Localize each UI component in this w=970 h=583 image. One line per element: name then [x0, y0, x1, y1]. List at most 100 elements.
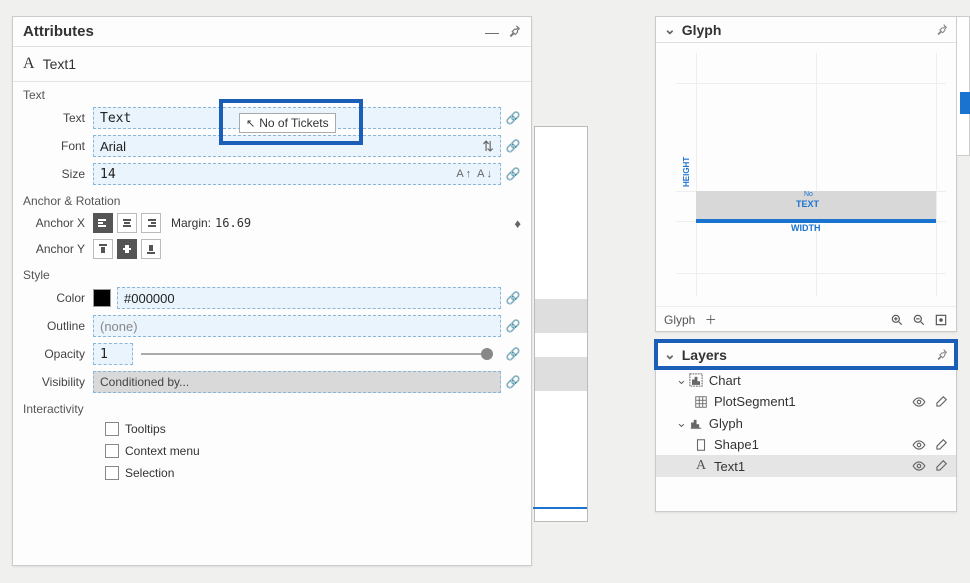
align-bottom-button[interactable]: [141, 239, 161, 259]
zoom-fit-icon[interactable]: [934, 313, 948, 327]
layer-name: Text1: [710, 459, 912, 474]
context-menu-label: Context menu: [125, 444, 200, 458]
canvas-baseline: [533, 507, 587, 509]
size-input[interactable]: 14 A↑ A↓: [93, 163, 501, 185]
visibility-icon[interactable]: [912, 438, 926, 452]
shape-icon: [692, 438, 710, 452]
outline-label: Outline: [23, 319, 93, 333]
margin-value[interactable]: 16.69: [215, 216, 251, 230]
chevron-down-icon[interactable]: ⌄: [676, 415, 687, 431]
attributes-panel: Attributes — A Text1 Text Text Text 🔗 Fo…: [12, 16, 532, 566]
visibility-icon[interactable]: [912, 395, 926, 409]
add-glyph-button[interactable]: ＋: [705, 313, 717, 327]
layer-name: Chart: [705, 373, 948, 388]
opacity-slider[interactable]: [141, 353, 493, 355]
layers-title: Layers: [682, 347, 727, 363]
pin-icon[interactable]: [507, 24, 521, 40]
background-canvas: [534, 126, 588, 522]
outline-value: (none): [100, 319, 138, 334]
layer-row-chart[interactable]: ⌄ Chart: [656, 369, 956, 391]
size-bigger-icon[interactable]: A↑: [456, 168, 473, 180]
outline-input[interactable]: (none): [93, 315, 501, 337]
section-anchor: Anchor & Rotation: [13, 188, 531, 210]
anchor-x-label: Anchor X: [23, 216, 93, 230]
visibility-icon[interactable]: [912, 459, 926, 473]
anchor-y-label: Anchor Y: [23, 242, 93, 256]
zoom-in-icon[interactable]: [890, 313, 904, 327]
context-menu-checkbox[interactable]: [105, 444, 119, 458]
glyph-panel-header: ⌄ Glyph: [656, 17, 956, 43]
stepper-icon[interactable]: ♦: [514, 216, 521, 231]
link-icon[interactable]: 🔗: [505, 107, 521, 129]
layer-name: Glyph: [705, 416, 948, 431]
font-select[interactable]: Arial ⇅: [93, 135, 501, 157]
glyph-height-label: HEIGHT: [682, 157, 691, 187]
chevron-down-icon[interactable]: ⌄: [664, 21, 676, 38]
align-center-button[interactable]: [117, 213, 137, 233]
eraser-icon[interactable]: [934, 459, 948, 473]
align-middle-button[interactable]: [117, 239, 137, 259]
text-prop-label: Text: [23, 111, 93, 125]
font-value: Arial: [100, 139, 126, 154]
visibility-label: Visibility: [23, 375, 93, 389]
pin-icon[interactable]: [935, 348, 948, 361]
text-value: Text: [100, 111, 131, 126]
updown-icon[interactable]: ⇅: [482, 138, 494, 155]
glyph-footer: Glyph ＋: [656, 307, 956, 332]
visibility-button[interactable]: Conditioned by...: [93, 371, 501, 393]
align-right-button[interactable]: [141, 213, 161, 233]
visibility-value: Conditioned by...: [100, 375, 189, 389]
minimize-icon[interactable]: —: [485, 24, 499, 40]
link-icon[interactable]: 🔗: [505, 371, 521, 393]
link-icon[interactable]: 🔗: [505, 163, 521, 185]
align-left-button[interactable]: [93, 213, 113, 233]
glyph-title: Glyph: [682, 22, 722, 38]
chevron-down-icon[interactable]: ⌄: [664, 346, 676, 363]
color-swatch[interactable]: [93, 289, 111, 307]
align-top-button[interactable]: [93, 239, 113, 259]
chart-icon: [687, 373, 705, 387]
glyph-panel: ⌄ Glyph HEIGHT No TEXT WIDTH Glyph ＋: [655, 16, 957, 332]
link-icon[interactable]: 🔗: [505, 343, 521, 365]
zoom-out-icon[interactable]: [912, 313, 926, 327]
object-name-row: A Text1: [13, 47, 531, 82]
link-icon[interactable]: 🔗: [505, 287, 521, 309]
attributes-panel-header: Attributes —: [13, 17, 531, 47]
glyph-icon: [687, 416, 705, 430]
color-input[interactable]: #000000: [117, 287, 501, 309]
right-edge-selection: [960, 92, 970, 114]
opacity-input[interactable]: 1: [93, 343, 133, 365]
eraser-icon[interactable]: [934, 438, 948, 452]
selection-label: Selection: [125, 466, 174, 480]
glyph-canvas[interactable]: HEIGHT No TEXT WIDTH: [656, 43, 956, 307]
font-prop-label: Font: [23, 139, 93, 153]
layers-panel-header: ⌄ Layers: [656, 341, 956, 369]
canvas-block: [535, 357, 587, 391]
grid-icon: [692, 395, 710, 409]
section-text: Text: [13, 82, 531, 104]
text-type-icon: A: [23, 55, 35, 73]
chevron-down-icon[interactable]: ⌄: [676, 372, 687, 388]
glyph-no-label: No: [804, 191, 813, 198]
right-edge-panel: [956, 16, 970, 156]
tooltips-checkbox[interactable]: [105, 422, 119, 436]
color-label: Color: [23, 291, 93, 305]
eraser-icon[interactable]: [934, 395, 948, 409]
glyph-width-label: WIDTH: [791, 223, 821, 233]
selection-checkbox[interactable]: [105, 466, 119, 480]
link-icon[interactable]: 🔗: [505, 135, 521, 157]
link-icon[interactable]: 🔗: [505, 315, 521, 337]
layer-row-glyph[interactable]: ⌄ Glyph: [656, 412, 956, 434]
cursor-icon: ↖: [246, 117, 255, 130]
size-smaller-icon[interactable]: A↓: [477, 168, 494, 180]
layer-row-text1[interactable]: AText1: [656, 455, 956, 477]
opacity-value: 1: [100, 347, 108, 362]
layer-row-plotsegment1[interactable]: PlotSegment1: [656, 391, 956, 412]
layers-panel: ⌄ Layers ⌄ Chart PlotSegment1 ⌄ Glyph Shape1A…: [655, 340, 957, 512]
canvas-block: [535, 299, 587, 333]
object-name[interactable]: Text1: [43, 56, 76, 72]
drag-tooltip[interactable]: ↖ No of Tickets: [239, 113, 336, 133]
pin-icon[interactable]: [935, 23, 948, 36]
layer-row-shape1[interactable]: Shape1: [656, 434, 956, 455]
slider-thumb[interactable]: [481, 348, 493, 360]
